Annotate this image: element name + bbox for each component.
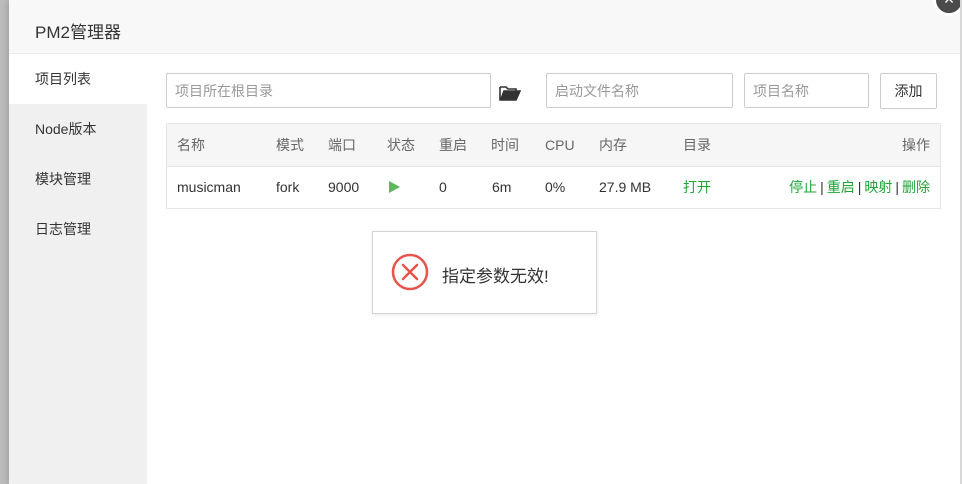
header-restarts: 重启 — [439, 137, 467, 153]
folder-open-icon[interactable] — [499, 84, 522, 102]
restart-link[interactable]: 重启 — [827, 179, 855, 195]
dialog-title: PM2管理器 — [35, 23, 121, 42]
action-separator: | — [857, 179, 862, 195]
header-memory: 内存 — [599, 137, 627, 153]
header-mode: 模式 — [276, 137, 304, 153]
header-name: 名称 — [177, 137, 205, 153]
sidebar-item-log-management[interactable]: 日志管理 — [9, 204, 147, 254]
cell-port: 9000 — [328, 179, 360, 195]
cell-restarts: 0 — [439, 179, 447, 195]
error-toast: 指定参数无效! — [372, 231, 597, 314]
cell-time: 6m — [492, 179, 512, 195]
add-button[interactable]: 添加 — [880, 73, 937, 109]
map-link[interactable]: 映射 — [864, 179, 892, 195]
table-row: musicman fork 9000 0 6m 0% 27.9 MB 打开 停止… — [167, 167, 940, 208]
stop-link[interactable]: 停止 — [789, 179, 817, 195]
cell-name: musicman — [177, 179, 241, 195]
header-port: 端口 — [328, 137, 356, 153]
sidebar-item-module-management[interactable]: 模块管理 — [9, 154, 147, 204]
process-table: 名称 模式 端口 状态 重启 时间 CPU 内存 目录 操作 musicman … — [166, 123, 941, 209]
toast-message: 指定参数无效! — [442, 267, 549, 286]
header-actions: 操作 — [902, 137, 930, 153]
cell-mode: fork — [276, 179, 300, 195]
row-actions: 停止 | 重启 | 映射 | 删除 — [789, 167, 930, 208]
header-cpu: CPU — [545, 137, 575, 153]
dialog-header: PM2管理器 — [9, 0, 960, 54]
header-directory: 目录 — [683, 137, 711, 153]
action-separator: | — [820, 179, 824, 195]
project-name-input[interactable] — [744, 73, 869, 108]
header-status: 状态 — [387, 137, 415, 153]
sidebar-item-project-list[interactable]: 项目列表 — [9, 54, 147, 104]
open-directory-link[interactable]: 打开 — [683, 167, 711, 208]
cell-cpu: 0% — [545, 179, 566, 195]
delete-link[interactable]: 删除 — [902, 179, 930, 195]
cell-memory: 27.9 MB — [599, 179, 652, 195]
error-circle-icon — [391, 253, 429, 291]
header-time: 时间 — [491, 137, 519, 153]
table-header: 名称 模式 端口 状态 重启 时间 CPU 内存 目录 操作 — [167, 124, 940, 167]
root-dir-input[interactable] — [166, 73, 491, 108]
action-separator: | — [895, 179, 899, 195]
start-file-input[interactable] — [546, 73, 733, 108]
play-icon[interactable] — [389, 181, 400, 193]
sidebar-item-node-version[interactable]: Node版本 — [9, 104, 147, 154]
sidebar: 项目列表 Node版本 模块管理 日志管理 — [9, 54, 147, 484]
